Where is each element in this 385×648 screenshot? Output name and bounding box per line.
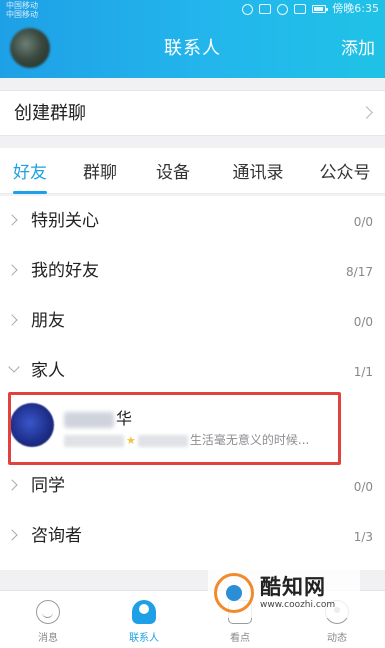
group-name: 咨询者 xyxy=(31,526,82,546)
page-title: 联系人 xyxy=(164,38,221,59)
nav-label: 消息 xyxy=(38,633,58,644)
title-bar: 联系人 添加 xyxy=(0,20,385,78)
watermark: 酷知网 www.coozhi.com xyxy=(208,566,360,618)
contact-signature: ★ 生活毫无意义的时候... xyxy=(64,431,309,448)
group-row[interactable]: 咨询者 1/3 xyxy=(0,511,385,561)
add-button[interactable]: 添加 xyxy=(341,20,375,78)
group-row[interactable]: 家人 1/1 xyxy=(0,346,385,396)
create-group-row[interactable]: 创建群聊 xyxy=(0,90,385,136)
watermark-url: www.coozhi.com xyxy=(260,600,336,610)
chevron-down-icon xyxy=(8,361,20,373)
group-name: 我的好友 xyxy=(31,261,99,281)
chevron-right-icon xyxy=(6,479,18,491)
group-row[interactable]: 我的好友 8/17 xyxy=(0,246,385,296)
create-group-label: 创建群聊 xyxy=(14,103,86,124)
active-tab-indicator xyxy=(13,191,47,194)
tab-groups[interactable]: 群聊 xyxy=(72,148,128,194)
status-icons: 傍晚6:35 xyxy=(242,1,379,17)
group-name: 同学 xyxy=(31,476,65,496)
group-row[interactable]: 朋友 0/0 xyxy=(0,296,385,346)
chevron-right-icon xyxy=(6,529,18,541)
contact-name-visible: 华 xyxy=(116,409,133,428)
contact-row[interactable]: 华 ★ 生活毫无意义的时候... xyxy=(0,391,385,461)
chevron-right-icon xyxy=(6,214,18,226)
group-name: 家人 xyxy=(31,361,65,381)
redacted-name xyxy=(64,411,114,428)
wifi-icon xyxy=(277,3,289,15)
contacts-icon xyxy=(132,600,156,624)
carrier-info: 中国移动 中国移动 xyxy=(6,1,38,19)
friend-groups-list: 特别关心 0/0 我的好友 8/17 朋友 0/0 家人 1/1 华 ★ 生活毫无… xyxy=(0,196,385,570)
group-name: 朋友 xyxy=(31,311,65,331)
group-row[interactable]: 特别关心 0/0 xyxy=(0,196,385,246)
hd-icon xyxy=(259,4,272,14)
tab-friends[interactable]: 好友 xyxy=(2,148,58,194)
chevron-right-icon xyxy=(6,264,18,276)
signal-icon xyxy=(294,4,307,14)
nav-messages[interactable]: 消息 xyxy=(0,591,96,648)
tab-phonebook[interactable]: 通讯录 xyxy=(220,148,296,194)
group-count: 8/17 xyxy=(346,265,373,279)
star-icon: ★ xyxy=(126,434,136,447)
group-count: 0/0 xyxy=(353,215,373,229)
signature-text: 生活毫无意义的时候... xyxy=(189,433,310,447)
group-count: 1/3 xyxy=(353,530,373,544)
carrier-1: 中国移动 xyxy=(6,1,38,10)
group-row[interactable]: 同学 0/0 xyxy=(0,461,385,511)
group-name: 特别关心 xyxy=(31,211,99,231)
watermark-logo-icon xyxy=(214,573,254,613)
header-bar: 中国移动 中国移动 傍晚6:35 联系人 添加 xyxy=(0,0,385,78)
nav-contacts[interactable]: 联系人 xyxy=(96,591,192,648)
chevron-right-icon xyxy=(6,314,18,326)
status-time: 傍晚6:35 xyxy=(332,2,379,15)
tab-official-accounts[interactable]: 公众号 xyxy=(310,148,380,194)
contact-name: 华 xyxy=(64,405,132,429)
chevron-right-icon xyxy=(360,106,373,119)
nav-label: 动态 xyxy=(327,633,347,644)
nav-label: 看点 xyxy=(230,633,250,644)
contact-tabs: 好友 群聊 设备 通讯录 公众号 xyxy=(0,148,385,194)
redacted-text xyxy=(137,434,188,447)
status-bar: 中国移动 中国移动 傍晚6:35 xyxy=(0,0,385,20)
nav-label: 联系人 xyxy=(129,633,159,644)
redacted-status xyxy=(64,434,124,447)
carrier-2: 中国移动 xyxy=(6,10,38,19)
watermark-title: 酷知网 xyxy=(260,575,326,599)
group-count: 0/0 xyxy=(353,315,373,329)
alarm-icon xyxy=(242,3,254,15)
message-icon xyxy=(36,600,60,624)
tab-devices[interactable]: 设备 xyxy=(145,148,201,194)
battery-icon xyxy=(312,5,329,13)
contact-avatar xyxy=(10,403,54,447)
group-count: 0/0 xyxy=(353,480,373,494)
